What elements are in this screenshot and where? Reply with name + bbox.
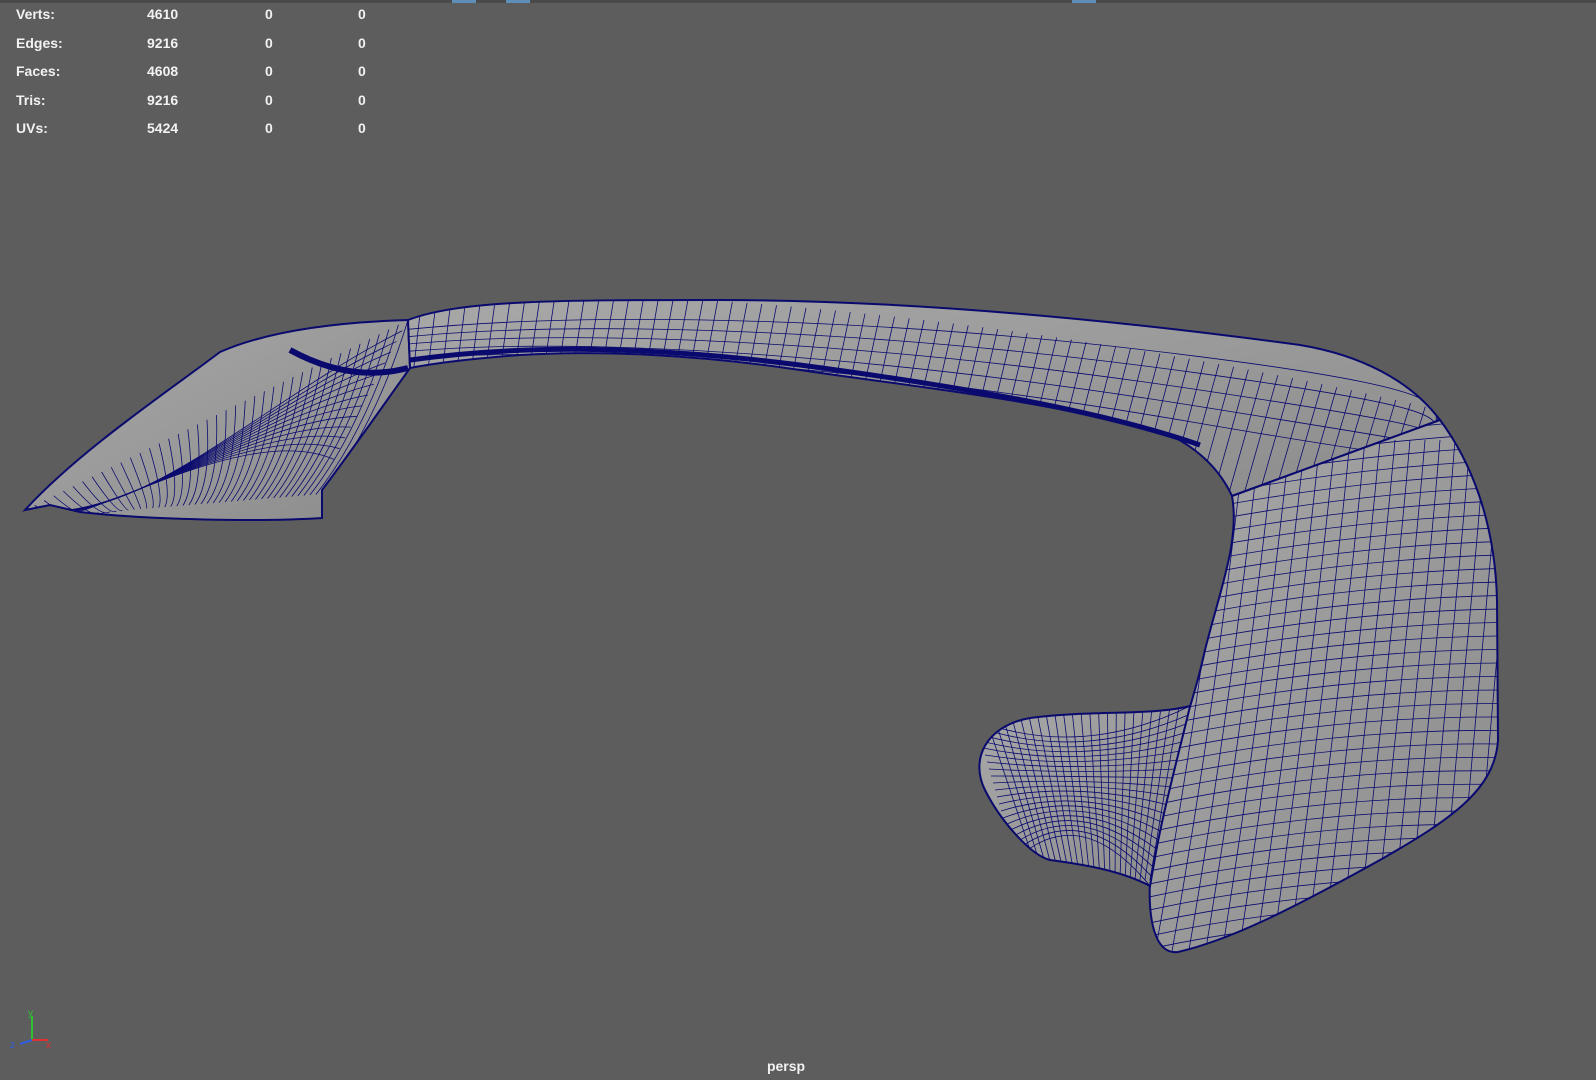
hud-selected: 0 [265, 34, 273, 51]
hud-label: Tris: [16, 91, 46, 108]
hud-label: Edges: [16, 34, 63, 51]
hud-label: Verts: [16, 6, 55, 22]
hud-total: 5424 [147, 120, 179, 137]
hud-third: 0 [358, 6, 366, 22]
hud-total: 9216 [147, 91, 179, 108]
hud-third: 0 [358, 120, 366, 137]
camera-label: persp [766, 1058, 806, 1074]
hud-third: 0 [358, 91, 366, 108]
hud-third: 0 [358, 34, 366, 51]
axis-y-label: y [28, 1010, 33, 1019]
hud-selected: 0 [265, 91, 273, 108]
right-upright [1148, 419, 1499, 954]
hud-total: 9216 [147, 34, 179, 51]
hud-total: 4610 [147, 6, 179, 22]
hud-third: 0 [358, 63, 366, 80]
hud-label: UVs: [16, 120, 48, 137]
hud-label: Faces: [16, 63, 61, 80]
wireframe-model[interactable] [0, 0, 1596, 1080]
hud-selected: 0 [265, 6, 273, 22]
3d-viewport[interactable]: Verts: 4610 0 0 Edges: 9216 0 0 Faces: 4608 0 0 Tris… [0, 0, 1596, 1080]
axis-gizmo: y x z [10, 1010, 51, 1050]
left-wing [24, 319, 411, 521]
axis-x-label: x [46, 1040, 51, 1050]
hud-total: 4608 [147, 63, 179, 80]
hud-selected: 0 [265, 120, 273, 137]
hud-selected: 0 [265, 63, 273, 80]
axis-z-label: z [10, 1040, 15, 1050]
axis-z-line [19, 1039, 33, 1045]
